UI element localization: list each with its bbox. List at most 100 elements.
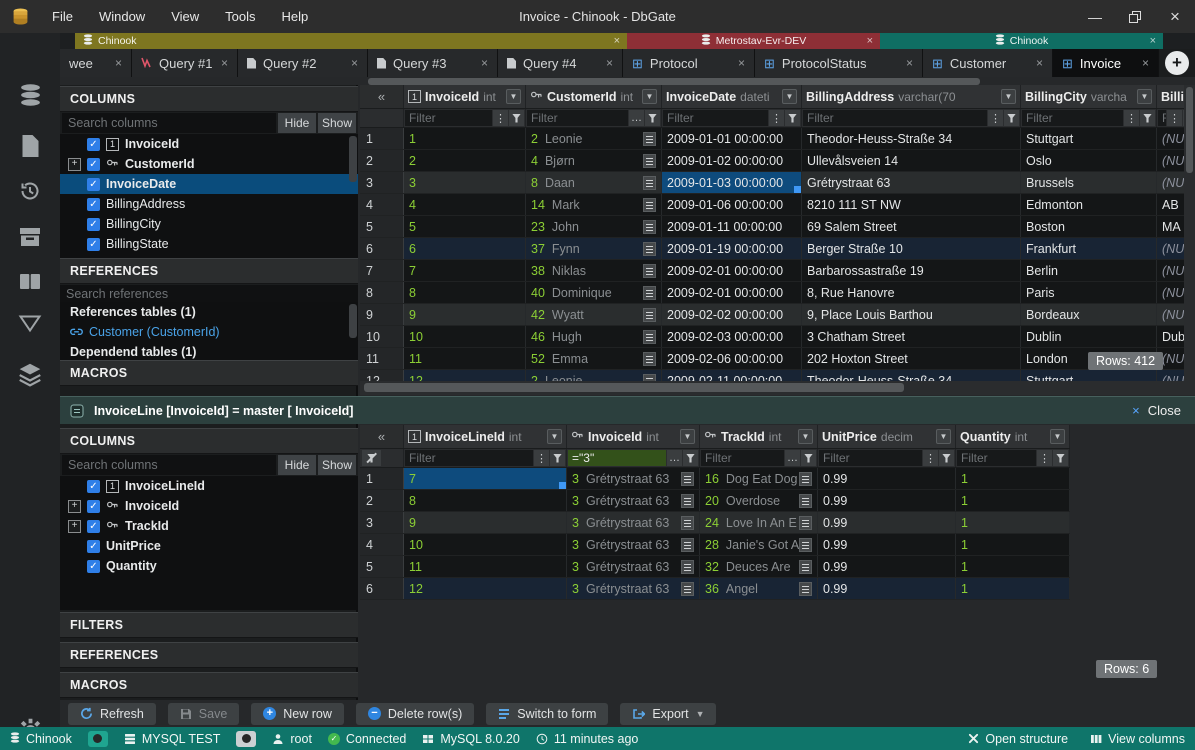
filter-menu-button[interactable]: ⋮ (1036, 450, 1052, 466)
cell[interactable]: 1 (956, 468, 1070, 489)
row-number[interactable]: 5 (360, 216, 404, 237)
cell[interactable]: Barbarossastraße 19 (802, 260, 1021, 281)
chevron-down-icon[interactable]: ▼ (642, 89, 657, 104)
cell[interactable]: 11 (404, 348, 526, 369)
table-row[interactable]: 4414Mark2009-01-06 00:00:008210 111 ST N… (360, 194, 1195, 216)
cell[interactable]: 8, Rue Hanovre (802, 282, 1021, 303)
row-number[interactable]: 3 (360, 172, 404, 193)
cell[interactable]: Bordeaux (1021, 304, 1157, 325)
open-lookup-icon[interactable] (643, 242, 656, 256)
filter-funnel-icon[interactable] (644, 110, 660, 126)
close-tab-icon[interactable]: × (221, 56, 228, 70)
cell[interactable]: 4Bjørn (526, 150, 662, 171)
cell[interactable]: 37Fynn (526, 238, 662, 259)
open-lookup-icon[interactable] (643, 198, 656, 212)
cell[interactable]: 1 (404, 128, 526, 149)
open-lookup-icon[interactable] (799, 516, 812, 530)
open-lookup-icon[interactable] (681, 582, 694, 596)
cell[interactable]: 12 (404, 578, 567, 599)
chevron-down-icon[interactable]: ▼ (1050, 429, 1065, 444)
cell[interactable]: 3Grétrystraat 63 (567, 490, 700, 511)
tab-protocolstatus[interactable]: ⊞ProtocolStatus× (755, 49, 923, 77)
close-group-icon[interactable]: × (614, 35, 620, 47)
cell[interactable]: 28Janie's Got A (700, 534, 818, 555)
open-lookup-icon[interactable] (643, 176, 656, 190)
tab-query-2[interactable]: Query #2× (238, 49, 368, 77)
chevron-down-icon[interactable]: ▼ (547, 429, 562, 444)
row-number[interactable]: 4 (360, 534, 404, 555)
expand-icon[interactable]: + (68, 158, 81, 171)
filter-menu-button[interactable]: ⋮ (768, 110, 784, 126)
cell[interactable]: 2 (404, 150, 526, 171)
row-number[interactable]: 1 (360, 128, 404, 149)
filter-funnel-icon[interactable] (549, 450, 565, 466)
export-button[interactable]: Export ▼ (620, 703, 716, 725)
row-number[interactable]: 12 (360, 370, 404, 381)
open-lookup-icon[interactable] (799, 494, 812, 508)
column-item-billingstate[interactable]: ✓BillingState (60, 234, 358, 254)
expand-icon[interactable]: + (68, 500, 81, 513)
open-lookup-icon[interactable] (643, 264, 656, 278)
cell[interactable]: 20Overdose (700, 490, 818, 511)
chevron-down-icon[interactable]: ▼ (782, 89, 797, 104)
column-item-invoiceid[interactable]: +✓InvoiceId (60, 496, 358, 516)
close-tab-icon[interactable]: × (481, 56, 488, 70)
checkbox-checked[interactable]: ✓ (87, 540, 100, 553)
tab-query-4[interactable]: Query #4× (498, 49, 623, 77)
cell[interactable]: 2009-02-06 00:00:00 (662, 348, 802, 369)
cell[interactable]: 7 (404, 468, 567, 489)
cell[interactable]: Theodor-Heuss-Straße 34 (802, 128, 1021, 149)
horizontal-scrollbar[interactable] (360, 381, 1195, 395)
filter-menu-button[interactable]: ⋮ (492, 110, 508, 126)
cell[interactable]: Brussels (1021, 172, 1157, 193)
filter-input-billingaddress[interactable]: Filter (803, 110, 987, 126)
cell[interactable]: 5 (404, 216, 526, 237)
cell[interactable]: 2009-01-02 00:00:00 (662, 150, 802, 171)
restore-icon[interactable] (1115, 0, 1155, 33)
table-row[interactable]: 5523John2009-01-11 00:00:0069 Salem Stre… (360, 216, 1195, 238)
row-number[interactable]: 2 (360, 490, 404, 511)
chevron-down-icon[interactable]: ▼ (506, 89, 521, 104)
reference-link-customer[interactable]: Customer (CustomerId) (60, 322, 358, 342)
column-item-invoicelineid[interactable]: ✓1InvoiceLineId (60, 476, 358, 496)
delete-rows-button[interactable]: − Delete row(s) (356, 703, 474, 725)
connection-group-metrostav[interactable]: Metrostav-Evr-DEV × (627, 33, 880, 49)
column-header-customerid[interactable]: CustomerIdint▼ (526, 85, 662, 108)
cell[interactable]: 2009-02-03 00:00:00 (662, 326, 802, 347)
cell[interactable]: Stuttgart (1021, 128, 1157, 149)
filter-funnel-icon[interactable] (682, 450, 698, 466)
cell[interactable]: 52Emma (526, 348, 662, 369)
close-group-icon[interactable]: × (867, 35, 873, 47)
close-tab-icon[interactable]: × (1036, 56, 1043, 70)
expand-icon[interactable]: + (68, 520, 81, 533)
columns-section-header[interactable]: COLUMNS (60, 86, 358, 112)
row-number[interactable]: 1 (360, 468, 404, 489)
cell[interactable]: 9 (404, 512, 567, 533)
cell[interactable]: 24Love In An E (700, 512, 818, 533)
filter-menu-button[interactable]: … (628, 110, 644, 126)
close-tab-icon[interactable]: × (738, 56, 745, 70)
statusbar-connection[interactable]: MYSQL TEST (124, 732, 221, 746)
open-lookup-icon[interactable] (799, 472, 812, 486)
hide-button[interactable]: Hide (278, 113, 316, 133)
table-row[interactable]: 224Bjørn2009-01-02 00:00:00Ullevålsveien… (360, 150, 1195, 172)
checkbox-checked[interactable]: ✓ (87, 158, 100, 171)
filter-input-quantity[interactable]: Filter (957, 450, 1036, 466)
list-scrollbar[interactable] (349, 304, 357, 338)
layers-icon[interactable] (0, 361, 60, 387)
column-header-billingaddress[interactable]: BillingAddressvarchar(70▼ (802, 85, 1021, 108)
close-detail-button[interactable]: Close (1148, 403, 1181, 418)
table-row[interactable]: 5113Grétrystraat 6332Deuces Are0.991 (360, 556, 1070, 578)
table-row[interactable]: 9942Wyatt2009-02-02 00:00:009, Place Lou… (360, 304, 1195, 326)
tab-wee[interactable]: wee× (60, 49, 132, 77)
table-row[interactable]: 6123Grétrystraat 6336Angel0.991 (360, 578, 1070, 600)
open-lookup-icon[interactable] (799, 582, 812, 596)
cell[interactable]: Paris (1021, 282, 1157, 303)
macros-section-header[interactable]: MACROS (60, 360, 358, 386)
open-lookup-icon[interactable] (799, 560, 812, 574)
cell[interactable]: 6 (404, 238, 526, 259)
menu-view[interactable]: View (171, 9, 199, 24)
cell[interactable]: 42Wyatt (526, 304, 662, 325)
table-row[interactable]: 393Grétrystraat 6324Love In An E0.991 (360, 512, 1070, 534)
table-row[interactable]: 101046Hugh2009-02-03 00:00:003 Chatham S… (360, 326, 1195, 348)
